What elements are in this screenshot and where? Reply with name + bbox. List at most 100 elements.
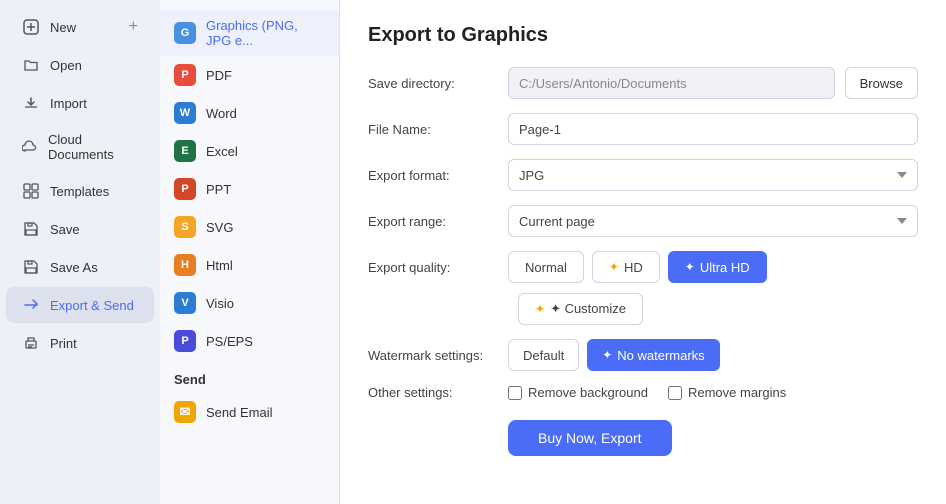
remove-background-checkbox[interactable] bbox=[508, 386, 522, 400]
default-label: Default bbox=[523, 348, 564, 363]
watermark-none-button[interactable]: ✦ No watermarks bbox=[587, 339, 719, 371]
export-range-select[interactable]: Current page All pages Selected pages bbox=[508, 205, 918, 237]
print-icon bbox=[22, 334, 40, 352]
format-item-png[interactable]: G Graphics (PNG, JPG e... bbox=[160, 10, 339, 56]
quality-ultra-hd-button[interactable]: ✦ Ultra HD bbox=[668, 251, 767, 283]
format-label: Excel bbox=[206, 144, 238, 159]
format-label: Visio bbox=[206, 296, 234, 311]
cloud-icon bbox=[22, 138, 38, 156]
quality-hd-button[interactable]: ✦ HD bbox=[592, 251, 660, 283]
format-label: PPT bbox=[206, 182, 231, 197]
export-range-label: Export range: bbox=[368, 214, 498, 229]
format-icon-visio: V bbox=[174, 292, 196, 314]
format-icon-ppt: P bbox=[174, 178, 196, 200]
save-directory-label: Save directory: bbox=[368, 76, 498, 91]
other-settings-row: Other settings: Remove background Remove… bbox=[368, 385, 918, 400]
sidebar-item-import[interactable]: Import bbox=[6, 85, 154, 121]
save-directory-input[interactable] bbox=[508, 67, 835, 99]
sidebar-item-save-as[interactable]: Save As bbox=[6, 249, 154, 285]
customize-label: ✦ Customize bbox=[550, 301, 626, 317]
format-item-visio[interactable]: V Visio bbox=[160, 284, 339, 322]
customize-gem-icon: ✦ bbox=[535, 302, 545, 316]
format-item-email[interactable]: ✉ Send Email bbox=[160, 393, 339, 431]
format-item-ppt[interactable]: P PPT bbox=[160, 170, 339, 208]
format-icon-email: ✉ bbox=[174, 401, 196, 423]
quality-buttons: Normal ✦ HD ✦ Ultra HD bbox=[508, 251, 767, 283]
buy-now-export-button[interactable]: Buy Now, Export bbox=[508, 420, 672, 456]
format-item-ps[interactable]: P PS/EPS bbox=[160, 322, 339, 360]
sidebar-item-print[interactable]: Print bbox=[6, 325, 154, 361]
export-format-label: Export format: bbox=[368, 168, 498, 183]
sidebar-item-export[interactable]: Export & Send bbox=[6, 287, 154, 323]
sidebar-item-label: Print bbox=[50, 336, 77, 351]
format-item-pdf[interactable]: P PDF bbox=[160, 56, 339, 94]
format-label: Send Email bbox=[206, 405, 272, 420]
no-watermark-gem-icon: ✦ bbox=[602, 348, 612, 362]
watermark-default-button[interactable]: Default bbox=[508, 339, 579, 371]
import-icon bbox=[22, 94, 40, 112]
sidebar-item-save[interactable]: Save bbox=[6, 211, 154, 247]
remove-background-label: Remove background bbox=[528, 385, 648, 400]
sidebar-item-templates[interactable]: Templates bbox=[6, 173, 154, 209]
other-settings-label: Other settings: bbox=[368, 385, 498, 400]
sidebar-item-label: Save As bbox=[50, 260, 98, 275]
sidebar-item-label: Import bbox=[50, 96, 87, 111]
format-item-excel[interactable]: E Excel bbox=[160, 132, 339, 170]
format-label: Word bbox=[206, 106, 237, 121]
hd-gem-icon: ✦ bbox=[609, 260, 619, 274]
format-label: Graphics (PNG, JPG e... bbox=[206, 18, 325, 48]
open-icon bbox=[22, 56, 40, 74]
sidebar: New + Open Import Cloud Documents bbox=[0, 0, 160, 504]
format-icon-html: H bbox=[174, 254, 196, 276]
page-title: Export to Graphics bbox=[368, 24, 918, 47]
normal-label: Normal bbox=[525, 260, 567, 275]
ultra-hd-gem-icon: ✦ bbox=[685, 260, 695, 274]
hd-label: HD bbox=[624, 260, 643, 275]
export-quality-row: Export quality: Normal ✦ HD ✦ Ultra HD bbox=[368, 251, 918, 283]
remove-background-option[interactable]: Remove background bbox=[508, 385, 648, 400]
sidebar-item-label: New bbox=[50, 20, 76, 35]
watermark-label: Watermark settings: bbox=[368, 348, 498, 363]
sidebar-item-label: Export & Send bbox=[50, 298, 134, 313]
watermark-row: Watermark settings: Default ✦ No waterma… bbox=[368, 339, 918, 371]
export-icon bbox=[22, 296, 40, 314]
file-name-row: File Name: bbox=[368, 113, 918, 145]
sidebar-item-open[interactable]: Open bbox=[6, 47, 154, 83]
other-settings-options: Remove background Remove margins bbox=[508, 385, 786, 400]
no-watermarks-label: No watermarks bbox=[617, 348, 704, 363]
format-panel: G Graphics (PNG, JPG e... P PDF W Word E… bbox=[160, 0, 340, 504]
save-as-icon bbox=[22, 258, 40, 276]
main-panel: Export to Graphics Save directory: Brows… bbox=[340, 0, 946, 504]
remove-margins-label: Remove margins bbox=[688, 385, 786, 400]
format-icon-ps: P bbox=[174, 330, 196, 352]
format-label: PDF bbox=[206, 68, 232, 83]
format-label: PS/EPS bbox=[206, 334, 253, 349]
format-item-svg[interactable]: S SVG bbox=[160, 208, 339, 246]
remove-margins-option[interactable]: Remove margins bbox=[668, 385, 786, 400]
ultra-hd-label: Ultra HD bbox=[700, 260, 750, 275]
export-format-select[interactable]: JPG PNG BMP GIF TIFF WebP bbox=[508, 159, 918, 191]
format-icon-excel: E bbox=[174, 140, 196, 162]
sidebar-item-new[interactable]: New + bbox=[6, 9, 154, 45]
add-icon: + bbox=[129, 18, 138, 36]
remove-margins-checkbox[interactable] bbox=[668, 386, 682, 400]
export-format-row: Export format: JPG PNG BMP GIF TIFF WebP bbox=[368, 159, 918, 191]
export-quality-label: Export quality: bbox=[368, 260, 498, 275]
customize-button[interactable]: ✦ ✦ Customize bbox=[518, 293, 643, 325]
watermark-buttons: Default ✦ No watermarks bbox=[508, 339, 720, 371]
format-label: SVG bbox=[206, 220, 233, 235]
browse-button[interactable]: Browse bbox=[845, 67, 918, 99]
templates-icon bbox=[22, 182, 40, 200]
save-directory-row: Save directory: Browse bbox=[368, 67, 918, 99]
file-name-input[interactable] bbox=[508, 113, 918, 145]
new-icon bbox=[22, 18, 40, 36]
format-icon-pdf: P bbox=[174, 64, 196, 86]
quality-normal-button[interactable]: Normal bbox=[508, 251, 584, 283]
format-icon-word: W bbox=[174, 102, 196, 124]
format-label: Html bbox=[206, 258, 233, 273]
sidebar-item-cloud[interactable]: Cloud Documents bbox=[6, 123, 154, 171]
save-icon bbox=[22, 220, 40, 238]
sidebar-item-label: Save bbox=[50, 222, 80, 237]
format-item-word[interactable]: W Word bbox=[160, 94, 339, 132]
format-item-html[interactable]: H Html bbox=[160, 246, 339, 284]
